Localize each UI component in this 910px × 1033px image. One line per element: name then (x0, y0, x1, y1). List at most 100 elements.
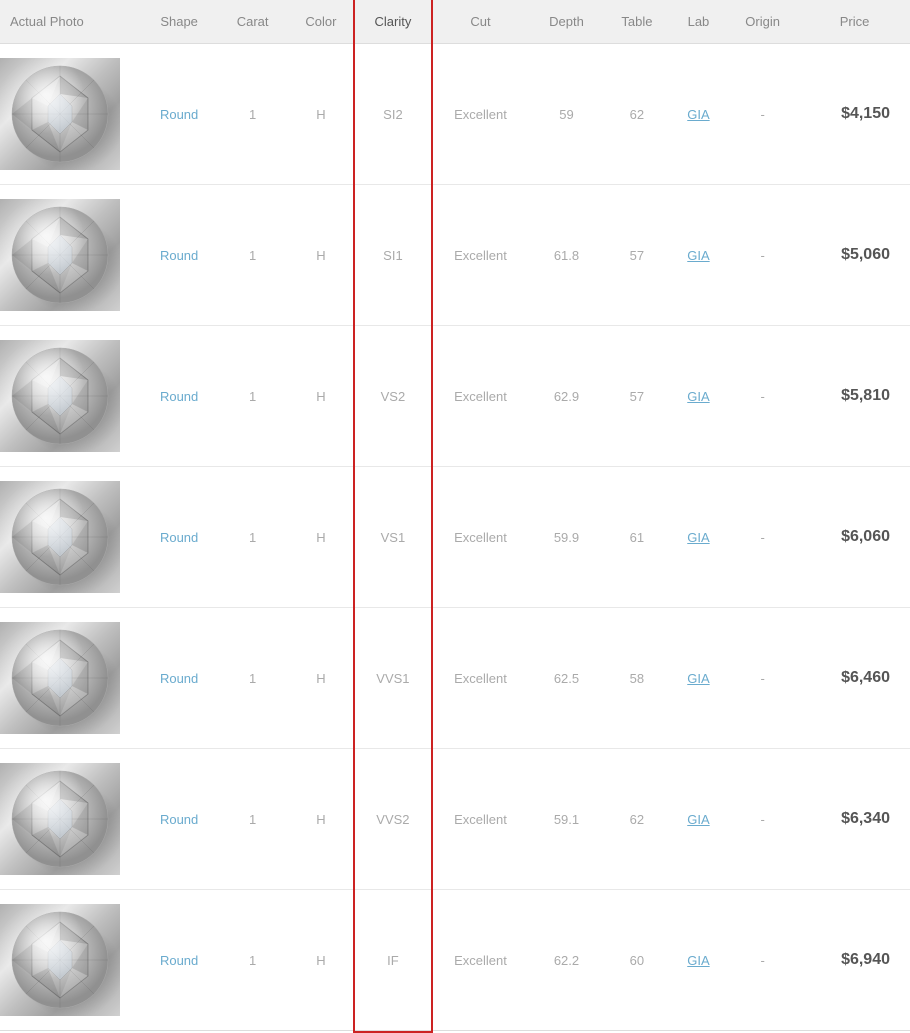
origin-cell: - (726, 326, 799, 467)
header-cut: Cut (431, 0, 530, 44)
lab-cell[interactable]: GIA (671, 185, 726, 326)
price-cell: $5,810 (799, 326, 910, 467)
lab-cell[interactable]: GIA (671, 749, 726, 890)
price-cell: $5,060 (799, 185, 910, 326)
diamond-comparison-table: Actual Photo Shape Carat Color Clarity C… (0, 0, 910, 1031)
photo-cell[interactable] (0, 890, 140, 1031)
clarity-cell: VS1 (355, 467, 431, 608)
header-origin: Origin (726, 0, 799, 44)
lab-cell[interactable]: GIA (671, 467, 726, 608)
photo-cell[interactable] (0, 749, 140, 890)
shape-cell: Round (140, 749, 218, 890)
diamond-table-container: Actual Photo Shape Carat Color Clarity C… (0, 0, 910, 1031)
lab-cell[interactable]: GIA (671, 890, 726, 1031)
shape-cell: Round (140, 608, 218, 749)
clarity-cell: SI2 (355, 44, 431, 185)
diamond-image[interactable] (0, 199, 120, 311)
origin-cell: - (726, 608, 799, 749)
header-table: Table (603, 0, 671, 44)
depth-cell: 62.2 (530, 890, 603, 1031)
carat-cell: 1 (218, 467, 287, 608)
photo-cell[interactable] (0, 185, 140, 326)
price-cell: $6,060 (799, 467, 910, 608)
carat-cell: 1 (218, 749, 287, 890)
header-depth: Depth (530, 0, 603, 44)
origin-cell: - (726, 467, 799, 608)
price-cell: $6,940 (799, 890, 910, 1031)
color-cell: H (287, 890, 355, 1031)
clarity-cell: VVS2 (355, 749, 431, 890)
cut-cell: Excellent (431, 185, 530, 326)
diamond-image[interactable] (0, 622, 120, 734)
table-value-cell: 61 (603, 467, 671, 608)
lab-cell[interactable]: GIA (671, 326, 726, 467)
cut-cell: Excellent (431, 890, 530, 1031)
table-value-cell: 62 (603, 44, 671, 185)
carat-cell: 1 (218, 326, 287, 467)
carat-cell: 1 (218, 890, 287, 1031)
photo-cell[interactable] (0, 326, 140, 467)
carat-cell: 1 (218, 44, 287, 185)
cut-cell: Excellent (431, 749, 530, 890)
diamond-image[interactable] (0, 58, 120, 170)
shape-cell: Round (140, 467, 218, 608)
diamond-image[interactable] (0, 481, 120, 593)
origin-cell: - (726, 44, 799, 185)
carat-cell: 1 (218, 608, 287, 749)
color-cell: H (287, 608, 355, 749)
price-cell: $6,340 (799, 749, 910, 890)
origin-cell: - (726, 749, 799, 890)
table-header-row: Actual Photo Shape Carat Color Clarity C… (0, 0, 910, 44)
header-shape: Shape (140, 0, 218, 44)
shape-cell: Round (140, 44, 218, 185)
cut-cell: Excellent (431, 44, 530, 185)
clarity-cell: SI1 (355, 185, 431, 326)
header-actual-photo: Actual Photo (0, 0, 140, 44)
lab-cell[interactable]: GIA (671, 44, 726, 185)
depth-cell: 62.5 (530, 608, 603, 749)
depth-cell: 59.9 (530, 467, 603, 608)
origin-cell: - (726, 890, 799, 1031)
table-row: Round1HVVS2Excellent59.162GIA-$6,340 (0, 749, 910, 890)
table-value-cell: 60 (603, 890, 671, 1031)
header-clarity[interactable]: Clarity (355, 0, 431, 44)
table-row: Round1HSI1Excellent61.857GIA-$5,060 (0, 185, 910, 326)
table-row: Round1HSI2Excellent5962GIA-$4,150 (0, 44, 910, 185)
cut-cell: Excellent (431, 608, 530, 749)
color-cell: H (287, 749, 355, 890)
table-body: Round1HSI2Excellent5962GIA-$4,150 (0, 44, 910, 1031)
shape-cell: Round (140, 890, 218, 1031)
table-row: Round1HVS2Excellent62.957GIA-$5,810 (0, 326, 910, 467)
clarity-cell: VS2 (355, 326, 431, 467)
lab-cell[interactable]: GIA (671, 608, 726, 749)
color-cell: H (287, 326, 355, 467)
carat-cell: 1 (218, 185, 287, 326)
color-cell: H (287, 467, 355, 608)
shape-cell: Round (140, 185, 218, 326)
header-carat: Carat (218, 0, 287, 44)
diamond-image[interactable] (0, 904, 120, 1016)
table-value-cell: 57 (603, 326, 671, 467)
color-cell: H (287, 185, 355, 326)
table-value-cell: 62 (603, 749, 671, 890)
header-lab: Lab (671, 0, 726, 44)
photo-cell[interactable] (0, 608, 140, 749)
depth-cell: 59.1 (530, 749, 603, 890)
clarity-cell: VVS1 (355, 608, 431, 749)
diamond-image[interactable] (0, 340, 120, 452)
depth-cell: 62.9 (530, 326, 603, 467)
shape-cell: Round (140, 326, 218, 467)
photo-cell[interactable] (0, 467, 140, 608)
table-row: Round1HVS1Excellent59.961GIA-$6,060 (0, 467, 910, 608)
table-value-cell: 58 (603, 608, 671, 749)
cut-cell: Excellent (431, 467, 530, 608)
diamond-image[interactable] (0, 763, 120, 875)
depth-cell: 61.8 (530, 185, 603, 326)
photo-cell[interactable] (0, 44, 140, 185)
price-cell: $6,460 (799, 608, 910, 749)
origin-cell: - (726, 185, 799, 326)
table-row: Round1HVVS1Excellent62.558GIA-$6,460 (0, 608, 910, 749)
table-value-cell: 57 (603, 185, 671, 326)
header-price: Price (799, 0, 910, 44)
clarity-cell: IF (355, 890, 431, 1031)
